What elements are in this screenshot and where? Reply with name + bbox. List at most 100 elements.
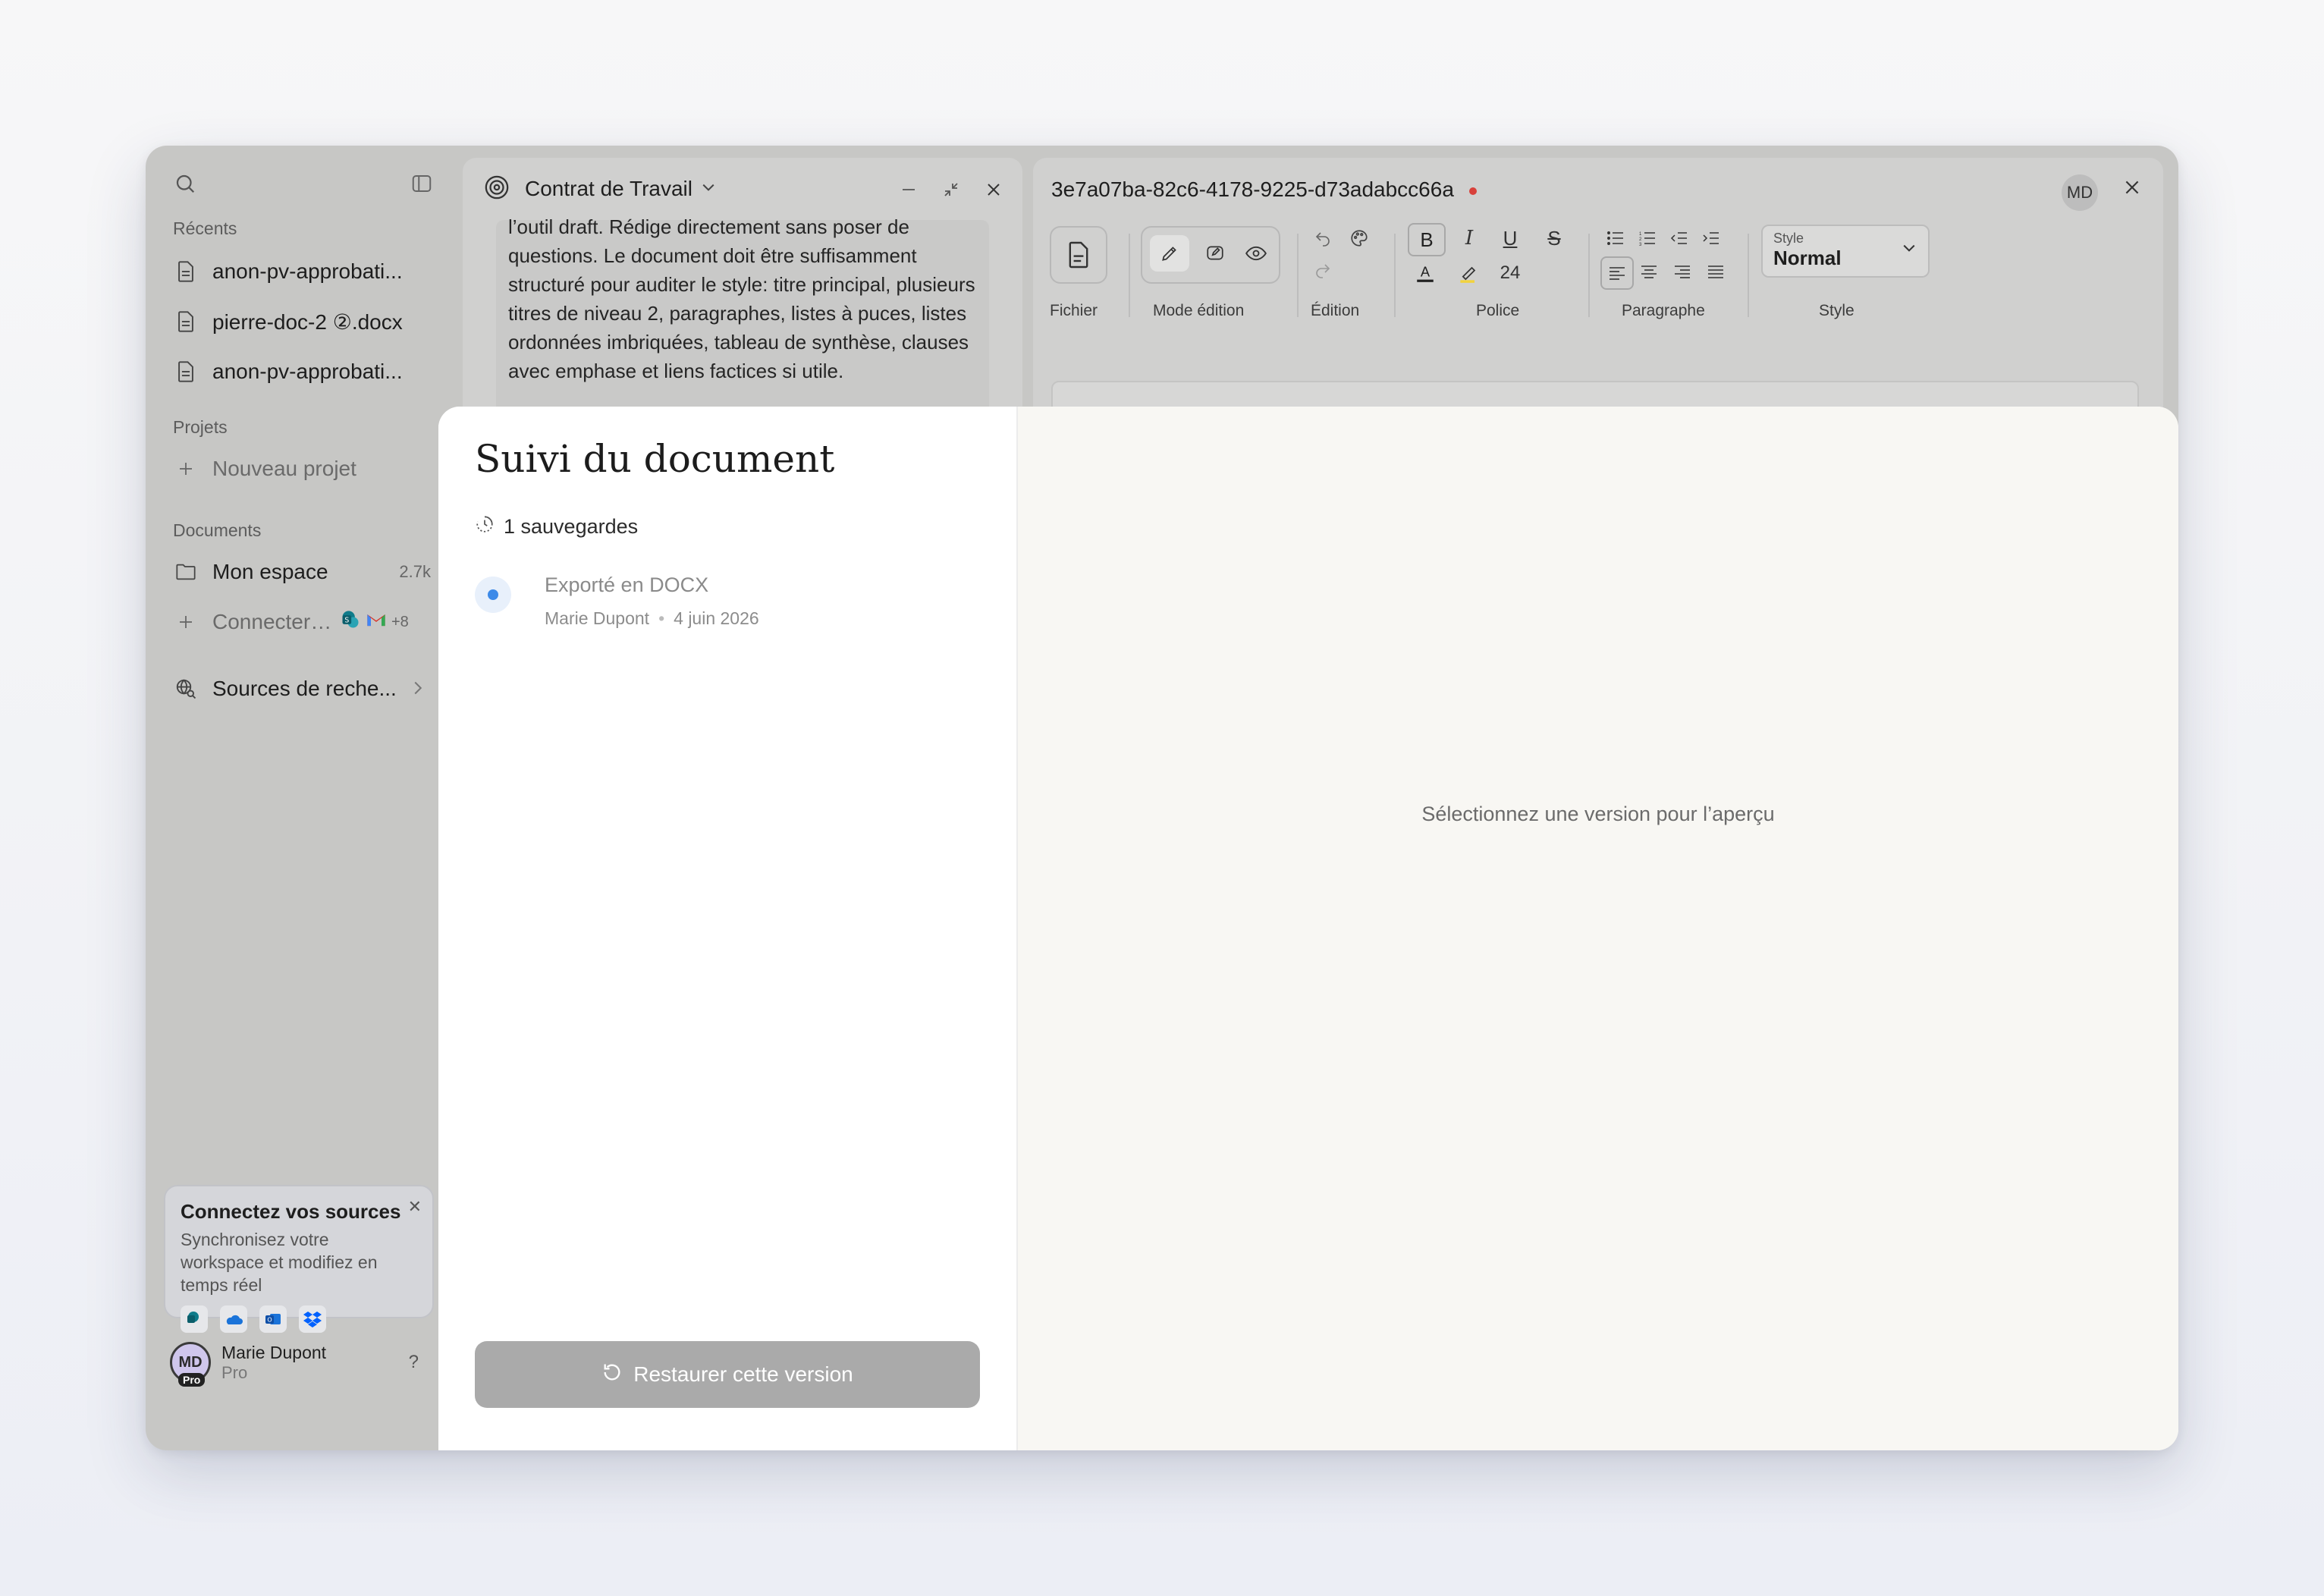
document-icon xyxy=(173,259,199,284)
avatar: MD Pro xyxy=(170,1342,211,1387)
toggle-sidebar-icon[interactable] xyxy=(407,168,437,199)
connect-sources-card: Connectez vos sources ✕ Synchronisez vot… xyxy=(164,1185,434,1333)
version-action: Exporté en DOCX xyxy=(545,573,709,596)
new-project-label: Nouveau projet xyxy=(212,457,356,480)
svg-text:O: O xyxy=(267,1317,272,1324)
pencil-icon[interactable] xyxy=(1150,235,1189,272)
font-group-label: Police xyxy=(1476,302,1520,319)
unsaved-indicator xyxy=(1468,187,1477,195)
close-icon[interactable]: ✕ xyxy=(408,1197,422,1217)
font-size-value[interactable]: 24 xyxy=(1491,258,1529,288)
app-window: Récents anon-pv-approbati... pierre-doc-… xyxy=(146,146,2178,1450)
recent-item[interactable]: pierre-doc-2 ②.docx xyxy=(173,300,431,343)
connect-sources-item[interactable]: Connecter ... S +8 xyxy=(173,601,431,643)
search-icon[interactable] xyxy=(170,168,200,199)
plus-icon xyxy=(173,609,199,635)
style-select-label: Style xyxy=(1773,231,1804,246)
new-project-button[interactable]: Nouveau projet xyxy=(173,448,431,490)
document-id: 3e7a07ba-82c6-4178-9225-d73adabcc66a xyxy=(1051,178,1477,202)
pro-badge: Pro xyxy=(178,1373,206,1387)
style-group-label: Style xyxy=(1819,302,1854,319)
recent-item-label: pierre-doc-2 ②.docx xyxy=(212,309,403,334)
recent-item[interactable]: anon-pv-approbati... xyxy=(173,350,431,393)
folder-icon xyxy=(173,559,199,585)
connect-card-description: Synchronisez votre workspace et modifiez… xyxy=(181,1230,378,1295)
outdent-icon[interactable] xyxy=(1666,225,1693,252)
my-space-item[interactable]: Mon espace 2.7k xyxy=(173,551,431,593)
collapse-icon[interactable] xyxy=(936,174,966,205)
indent-icon[interactable] xyxy=(1697,225,1725,252)
help-button[interactable]: ? xyxy=(409,1352,419,1373)
undo-icon[interactable] xyxy=(1309,225,1336,252)
document-history-modal: Suivi du document 1 sauvegardes Exporté … xyxy=(438,407,2178,1450)
bold-button[interactable]: B xyxy=(1408,223,1446,256)
file-group-label: Fichier xyxy=(1050,302,1098,319)
chat-logo-icon xyxy=(484,174,510,204)
palette-icon[interactable] xyxy=(1346,225,1373,252)
close-icon[interactable] xyxy=(978,174,1009,205)
style-select[interactable]: Style Normal xyxy=(1761,225,1930,278)
italic-button[interactable]: I xyxy=(1452,223,1487,253)
bullet-list-icon[interactable] xyxy=(1602,225,1629,252)
align-left-icon[interactable] xyxy=(1600,256,1634,290)
svg-text:1: 1 xyxy=(1639,232,1642,237)
edit-mode-group-label: Mode édition xyxy=(1153,302,1245,319)
editor-panel: 3e7a07ba-82c6-4178-9225-d73adabcc66a MD … xyxy=(1033,158,2163,431)
close-icon[interactable] xyxy=(2122,178,2142,201)
version-meta: Marie Dupont • 4 juin 2026 xyxy=(545,608,759,628)
versions-panel: Suivi du document 1 sauvegardes Exporté … xyxy=(438,407,1018,1450)
preview-placeholder: Sélectionnez une version pour l’aperçu xyxy=(1421,803,1775,825)
version-date: 4 juin 2026 xyxy=(674,608,759,628)
style-select-value: Normal xyxy=(1773,247,1842,269)
svg-text:A: A xyxy=(1421,263,1431,279)
highlight-icon[interactable] xyxy=(1452,258,1487,288)
recents-section-label: Récents xyxy=(173,218,237,238)
version-preview-panel: Sélectionnez une version pour l’aperçu xyxy=(1018,407,2178,1450)
recent-item[interactable]: anon-pv-approbati... xyxy=(173,250,431,293)
my-space-count: 2.7k xyxy=(399,562,431,581)
svg-text:S: S xyxy=(344,616,349,624)
saves-count: 1 sauvegardes xyxy=(475,514,638,539)
document-icon xyxy=(173,359,199,385)
sidebar: Récents anon-pv-approbati... pierre-doc-… xyxy=(146,146,449,1450)
svg-text:2: 2 xyxy=(1639,237,1642,242)
recent-item-label: anon-pv-approbati... xyxy=(212,360,403,383)
research-sources-label: Sources de reche... xyxy=(212,677,397,700)
globe-search-icon xyxy=(173,676,199,702)
modal-title: Suivi du document xyxy=(475,437,835,481)
strikethrough-button[interactable]: S xyxy=(1537,223,1572,253)
editing-group-label: Édition xyxy=(1311,302,1360,319)
research-sources-item[interactable]: Sources de reche... xyxy=(173,668,431,710)
svg-text:3: 3 xyxy=(1639,243,1642,246)
chevron-down-icon xyxy=(1902,243,1916,256)
user-avatar[interactable]: MD xyxy=(2062,174,2098,211)
documents-section-label: Documents xyxy=(173,520,262,540)
underline-button[interactable]: U xyxy=(1493,223,1528,253)
align-justify-icon[interactable] xyxy=(1701,256,1731,287)
chat-panel: Contrat de Travail l’outil draft. Rédige… xyxy=(463,158,1022,431)
chevron-down-icon[interactable] xyxy=(702,182,715,196)
chevron-right-icon xyxy=(413,677,423,701)
restore-version-button[interactable]: Restaurer cette version xyxy=(475,1341,980,1408)
numbered-list-icon[interactable]: 123 xyxy=(1634,225,1661,252)
version-author: Marie Dupont xyxy=(545,608,650,628)
align-right-icon[interactable] xyxy=(1667,256,1697,287)
user-name: Marie Dupont xyxy=(221,1342,327,1362)
connect-card-title: Connectez vos sources xyxy=(181,1200,401,1223)
paragraph-group-label: Paragraphe xyxy=(1622,302,1705,319)
version-item[interactable]: Exporté en DOCX Marie Dupont • 4 juin 2026 xyxy=(475,570,975,639)
user-profile[interactable]: MD Pro Marie Dupont Pro ? xyxy=(164,1329,434,1396)
recent-item-label: anon-pv-approbati... xyxy=(212,259,403,283)
chat-title[interactable]: Contrat de Travail xyxy=(525,177,692,201)
file-button[interactable] xyxy=(1050,226,1107,284)
text-color-icon[interactable]: A xyxy=(1408,258,1443,288)
plus-icon xyxy=(173,456,199,482)
eye-icon[interactable] xyxy=(1236,235,1276,272)
align-center-icon[interactable] xyxy=(1634,256,1664,287)
suggest-edit-icon[interactable] xyxy=(1195,235,1235,272)
version-selector[interactable] xyxy=(475,577,511,613)
minimize-icon[interactable] xyxy=(893,174,924,205)
restore-icon xyxy=(601,1362,623,1388)
my-space-label: Mon espace xyxy=(212,560,328,583)
redo-icon[interactable] xyxy=(1309,256,1336,284)
